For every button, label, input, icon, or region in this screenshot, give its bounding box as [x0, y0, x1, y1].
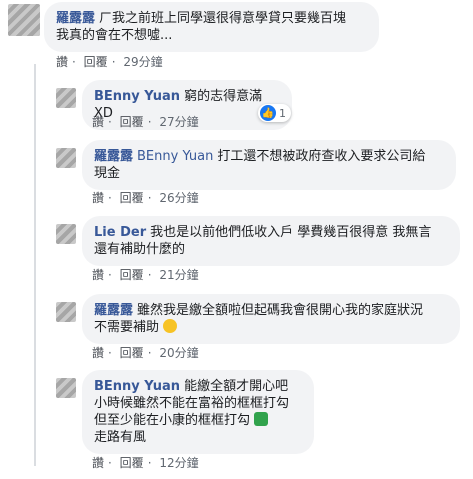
thumbs-up-icon: 👍: [260, 105, 276, 121]
like-link[interactable]: 讚: [92, 115, 104, 129]
reply-actions: 讚 · 回覆 · 26分鐘: [92, 191, 199, 205]
reply-link[interactable]: 回覆: [120, 346, 144, 360]
comment-actions: 讚 · 回覆 · 29分鐘: [56, 55, 163, 69]
timestamp[interactable]: 20分鐘: [159, 346, 198, 360]
reply-link[interactable]: 回覆: [120, 115, 144, 129]
avatar[interactable]: [56, 88, 76, 108]
like-link[interactable]: 讚: [92, 191, 104, 205]
reply-bubble: 羅露露 雖然我是繳全額啦但起碼我會很開心我的家庭狀況 不需要補助: [82, 294, 460, 344]
reply-actions: 讚 · 回覆 · 12分鐘: [92, 456, 199, 470]
reply-link[interactable]: 回覆: [84, 55, 108, 69]
reply-text: 走路有風: [94, 430, 147, 445]
avatar[interactable]: [56, 302, 76, 322]
reply-actions: 讚 · 回覆 · 20分鐘: [92, 346, 199, 360]
check-mark-icon: [254, 412, 269, 426]
reply-link[interactable]: 回覆: [120, 268, 144, 282]
like-link[interactable]: 讚: [92, 268, 104, 282]
reply-bubble: Lie Der 我也是以前他們低收入戶 學費幾百很得意 我無言 還有補助什麼的: [82, 216, 460, 266]
reply-link[interactable]: 回覆: [120, 191, 144, 205]
reply-thread-line: [34, 64, 36, 466]
reply-actions: 讚 · 回覆 · 21分鐘: [92, 268, 199, 282]
reply-author[interactable]: Lie Der: [94, 225, 146, 240]
reply-text: 還有補助什麼的: [94, 242, 186, 257]
reply-text: 打工還不想被政府查收入要求公司給: [217, 149, 426, 164]
avatar[interactable]: [56, 148, 76, 168]
timestamp[interactable]: 29分鐘: [123, 55, 162, 69]
reply-text: 能繳全額才開心吧: [184, 379, 289, 394]
timestamp[interactable]: 27分鐘: [159, 115, 198, 129]
like-link[interactable]: 讚: [56, 55, 68, 69]
reply-text: 但至少能在小康的框框打勾: [94, 413, 251, 428]
reply-actions: 讚 · 回覆 · 27分鐘: [92, 115, 199, 129]
reply-text: 不需要補助: [94, 320, 160, 335]
reply-bubble: 羅露露 BEnny Yuan 打工還不想被政府查收入要求公司給 現金: [82, 140, 456, 190]
reply-author[interactable]: 羅露露: [94, 149, 133, 164]
reply-text: 我也是以前他們低收入戶 學費幾百很得意 我無言: [150, 225, 432, 240]
reaction-count[interactable]: 👍 1: [258, 104, 291, 122]
laughing-emoji-icon: [163, 319, 178, 333]
reply-text: 現金: [94, 166, 121, 181]
avatar[interactable]: [8, 4, 40, 36]
timestamp[interactable]: 26分鐘: [159, 191, 198, 205]
avatar[interactable]: [56, 224, 76, 244]
timestamp[interactable]: 12分鐘: [159, 456, 198, 470]
like-link[interactable]: 讚: [92, 346, 104, 360]
reply-text: 雖然我是繳全額啦但起碼我會很開心我的家庭狀況: [137, 303, 424, 318]
comment-author[interactable]: 羅露露: [56, 11, 95, 26]
reply-author[interactable]: BEnny Yuan: [94, 379, 180, 394]
reply-text: 小時候雖然不能在富裕的框框打勾: [94, 396, 290, 411]
avatar[interactable]: [56, 378, 76, 398]
reply-bubble: BEnny Yuan 能繳全額才開心吧 小時候雖然不能在富裕的框框打勾 但至少能在…: [82, 370, 314, 454]
like-link[interactable]: 讚: [92, 456, 104, 470]
comment-text: ㄏ我之前班上同學還很得意學貸只要幾百塊: [99, 11, 347, 26]
reply-link[interactable]: 回覆: [120, 456, 144, 470]
comment-bubble: 羅露露 ㄏ我之前班上同學還很得意學貸只要幾百塊 我真的會在不想噓...: [44, 2, 379, 52]
reply-author[interactable]: BEnny Yuan: [94, 89, 180, 104]
comment-text: 我真的會在不想噓...: [56, 28, 173, 43]
reply-author[interactable]: 羅露露: [94, 303, 133, 318]
timestamp[interactable]: 21分鐘: [159, 268, 198, 282]
mention-link[interactable]: BEnny Yuan: [137, 149, 213, 164]
